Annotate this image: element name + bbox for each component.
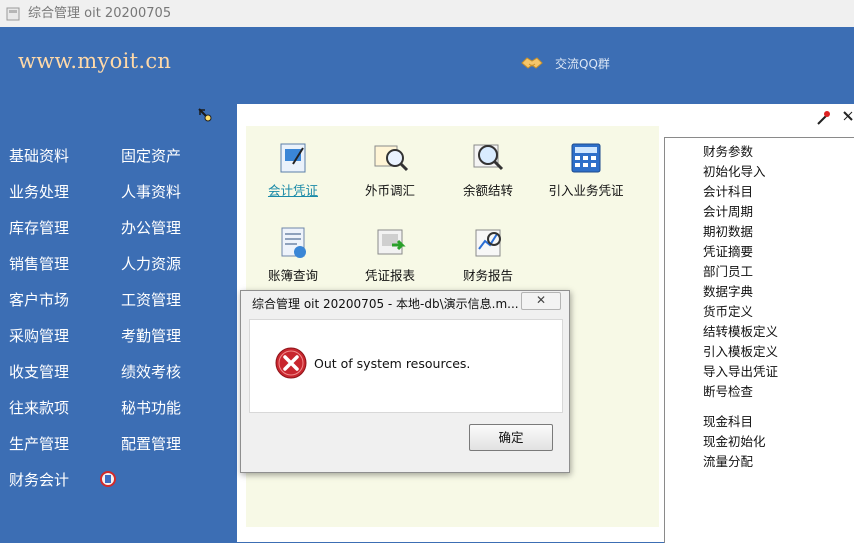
- tool-label: 余额结转: [462, 183, 513, 198]
- toolbar-pin-icons: [817, 111, 853, 125]
- currency-exchange-icon: [374, 145, 409, 172]
- voucher-icon: [280, 143, 306, 173]
- tool-currency-exchange[interactable]: 外币调汇: [340, 140, 440, 199]
- dialog-body: Out of system resources.: [249, 319, 563, 413]
- financial-report-icon: [475, 229, 501, 257]
- tool-accounting-voucher[interactable]: 会计凭证: [243, 140, 343, 199]
- right-panel-cash-item[interactable]: 现金初始化: [703, 431, 766, 450]
- pin-icon[interactable]: [817, 111, 830, 125]
- right-panel: [664, 137, 854, 543]
- tool-import-business-voucher[interactable]: 引入业务凭证: [536, 140, 636, 199]
- right-panel-item[interactable]: 凭证摘要: [703, 241, 753, 260]
- right-panel-cash-item[interactable]: 流量分配: [703, 451, 753, 470]
- tool-label: 财务报告: [462, 268, 513, 283]
- right-panel-item[interactable]: 会计周期: [703, 201, 753, 220]
- title-bar: 综合管理 oit 20200705: [0, 0, 854, 27]
- site-url: www.myoit.cn: [18, 49, 172, 73]
- balance-carryover-icon: [473, 144, 504, 171]
- error-icon: [275, 347, 307, 379]
- qq-group-label: 交流QQ群: [555, 56, 610, 71]
- nav-item[interactable]: 基础资料: [9, 145, 69, 166]
- right-panel-item[interactable]: 导入导出凭证: [703, 361, 778, 380]
- ok-button[interactable]: 确定: [469, 424, 553, 451]
- tool-ledger-query[interactable]: 账簿查询: [243, 225, 343, 284]
- tool-balance-carryover[interactable]: 余额结转: [438, 140, 538, 199]
- nav-item[interactable]: 收支管理: [9, 361, 69, 382]
- voucher-report-icon: [377, 229, 406, 255]
- tool-financial-report[interactable]: 财务报告: [438, 225, 538, 284]
- right-panel-item[interactable]: 货币定义: [703, 301, 753, 320]
- collapse-sidebar-icon[interactable]: [197, 107, 213, 123]
- active-module-icon: [100, 471, 116, 487]
- settings-icon[interactable]: [843, 111, 853, 121]
- right-panel-item[interactable]: 初始化导入: [703, 161, 766, 180]
- ledger-query-icon: [281, 227, 306, 258]
- tool-label: 会计凭证: [267, 183, 318, 198]
- right-panel-item[interactable]: 断号检查: [703, 381, 753, 400]
- nav-item[interactable]: 生产管理: [9, 433, 69, 454]
- right-panel-item[interactable]: 期初数据: [703, 221, 753, 240]
- right-panel-item[interactable]: 数据字典: [703, 281, 753, 300]
- dialog-message: Out of system resources.: [314, 356, 471, 371]
- nav-item[interactable]: 办公管理: [121, 217, 181, 238]
- tool-label: 引入业务凭证: [548, 183, 624, 198]
- calculator-icon: [571, 143, 601, 173]
- nav-item[interactable]: 固定资产: [121, 145, 181, 166]
- nav-item[interactable]: 人事资料: [121, 181, 181, 202]
- nav-item[interactable]: 客户市场: [9, 289, 69, 310]
- qq-group-link[interactable]: 交流QQ群: [521, 53, 610, 73]
- nav-item[interactable]: 销售管理: [9, 253, 69, 274]
- window-title: 综合管理 oit 20200705: [28, 6, 172, 21]
- nav-item[interactable]: 配置管理: [121, 433, 181, 454]
- right-panel-item[interactable]: 财务参数: [703, 141, 753, 160]
- nav-item[interactable]: 往来款项: [9, 397, 69, 418]
- dialog-title: 综合管理 oit 20200705 - 本地-db\演示信息.m...: [252, 297, 519, 311]
- dialog-close-button[interactable]: ✕: [521, 292, 561, 310]
- handshake-icon: [521, 57, 543, 69]
- nav-item[interactable]: 工资管理: [121, 289, 181, 310]
- right-panel-item[interactable]: 结转模板定义: [703, 321, 778, 340]
- nav-item[interactable]: 秘书功能: [121, 397, 181, 418]
- tool-label: 账簿查询: [267, 268, 318, 283]
- tool-label: 外币调汇: [364, 183, 415, 198]
- app-icon: [6, 7, 20, 21]
- right-panel-item[interactable]: 部门员工: [703, 261, 753, 280]
- nav-item[interactable]: 人力资源: [121, 253, 181, 274]
- nav-item[interactable]: 采购管理: [9, 325, 69, 346]
- nav-item[interactable]: 绩效考核: [121, 361, 181, 382]
- right-panel-cash-item[interactable]: 现金科目: [703, 411, 753, 430]
- nav-item[interactable]: 考勤管理: [121, 325, 181, 346]
- right-panel-item[interactable]: 引入模板定义: [703, 341, 778, 360]
- error-dialog: 综合管理 oit 20200705 - 本地-db\演示信息.m... ✕ Ou…: [240, 290, 570, 473]
- tool-voucher-report[interactable]: 凭证报表: [340, 225, 440, 284]
- nav-item-finance[interactable]: 财务会计: [9, 469, 69, 490]
- nav-item[interactable]: 库存管理: [9, 217, 69, 238]
- tool-label: 凭证报表: [364, 268, 415, 283]
- nav-item[interactable]: 业务处理: [9, 181, 69, 202]
- header-banner: www.myoit.cn 交流QQ群: [4, 27, 854, 104]
- right-panel-item[interactable]: 会计科目: [703, 181, 753, 200]
